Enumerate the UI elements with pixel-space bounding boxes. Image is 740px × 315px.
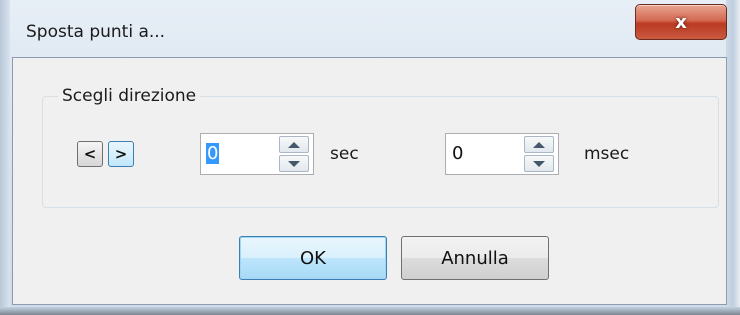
milliseconds-unit-label: msec xyxy=(584,144,630,164)
ok-button[interactable]: OK xyxy=(239,236,387,280)
direction-right-button[interactable]: > xyxy=(108,141,134,167)
chevron-left-icon: < xyxy=(83,145,97,163)
spin-up-icon xyxy=(288,141,300,148)
seconds-unit-label: sec xyxy=(330,144,359,164)
spin-up-icon xyxy=(533,141,545,148)
spin-down-icon xyxy=(533,160,545,167)
milliseconds-input[interactable]: 0 xyxy=(452,143,463,164)
seconds-up-button[interactable] xyxy=(279,136,309,153)
seconds-spin-buttons xyxy=(279,136,309,172)
direction-left-button[interactable]: < xyxy=(77,141,103,167)
milliseconds-down-button[interactable] xyxy=(524,155,554,172)
dialog-client-area: Scegli direzione < > 0 sec 0 msec OK Ann… xyxy=(12,57,727,305)
seconds-spinner[interactable]: 0 xyxy=(200,133,314,175)
cancel-button[interactable]: Annulla xyxy=(401,236,549,280)
close-button[interactable]: x xyxy=(635,4,727,40)
close-icon: x xyxy=(675,11,687,33)
direction-group-label: Scegli direzione xyxy=(58,86,201,106)
window-bottom-border xyxy=(0,307,740,315)
milliseconds-up-button[interactable] xyxy=(524,136,554,153)
spin-down-icon xyxy=(288,160,300,167)
chevron-right-icon: > xyxy=(114,145,128,163)
window-right-border xyxy=(726,0,740,315)
milliseconds-spinner[interactable]: 0 xyxy=(445,133,559,175)
milliseconds-spin-buttons xyxy=(524,136,554,172)
dialog-window: Sposta punti a... x Scegli direzione < >… xyxy=(0,0,740,315)
seconds-down-button[interactable] xyxy=(279,155,309,172)
seconds-input[interactable]: 0 xyxy=(206,143,220,164)
window-title: Sposta punti a... xyxy=(26,22,166,42)
window-left-border xyxy=(0,0,10,315)
